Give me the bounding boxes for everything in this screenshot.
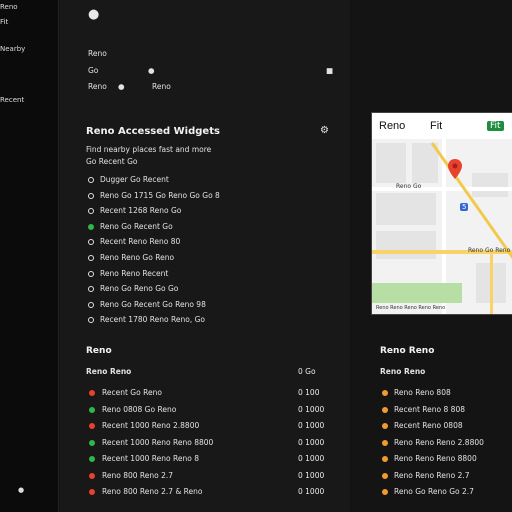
list-row-value: 0 1000 (298, 487, 325, 496)
option-label: Reno Reno Recent (100, 268, 169, 278)
list-column-header: Reno Reno (86, 367, 132, 376)
header-sub-label: Reno (88, 82, 107, 91)
option-radio[interactable] (88, 208, 94, 215)
list-row-value: 0 1000 (298, 437, 325, 447)
location-icon[interactable]: ● (148, 66, 155, 75)
option-label: Recent 1780 Reno Reno, Go (100, 315, 205, 325)
list-status-dot (89, 406, 95, 413)
list-status-dot (89, 489, 95, 495)
option-label: Reno Go 1715 Go Reno Go Go 8 (100, 190, 220, 200)
section-subtitle-2: Go Recent Go (86, 157, 138, 166)
right-list-status-dot (382, 472, 388, 479)
bookmark-icon[interactable]: ■ (326, 66, 333, 75)
app-logo-icon: ● (88, 7, 100, 22)
list-row-label[interactable]: Recent 1000 Reno Reno 8 (102, 454, 199, 463)
right-list-row-label[interactable]: Reno Reno Reno 2.7 (394, 471, 470, 480)
right-list-title: Reno Reno (380, 346, 435, 356)
right-list-status-dot (382, 390, 388, 396)
option-label: Recent 1268 Reno Go (100, 206, 182, 216)
option-label: Recent Reno Reno 80 (100, 237, 181, 247)
list-row-label[interactable]: Reno 800 Reno 2.7 (102, 471, 173, 480)
gear-icon[interactable]: ⚙ (320, 125, 329, 136)
section-title: Reno Accessed Widgets (86, 126, 220, 137)
list-row-value: 0 1000 (298, 470, 325, 480)
map-card[interactable]: Reno Fit Fit Reno Go Reno Go Reno 5 Reno… (371, 112, 512, 315)
option-radio[interactable] (88, 270, 94, 277)
right-list-row-label[interactable]: Reno Go Reno Go 2.7 (394, 487, 474, 496)
header-sub-value: Reno (152, 82, 171, 91)
list-status-dot (89, 423, 95, 429)
option-radio[interactable] (88, 286, 94, 293)
list-row-label[interactable]: Reno 800 Reno 2.7 & Reno (102, 487, 203, 496)
right-list-status-dot (382, 456, 388, 462)
map-park (372, 283, 462, 303)
section-subtitle: Find nearby places fast and more (86, 145, 212, 154)
option-label: Reno Go Reno Go Go (100, 284, 179, 294)
sidebar-item-4[interactable]: Recent (0, 96, 24, 104)
right-list-row-label[interactable]: Recent Reno 8 808 (394, 405, 465, 414)
sidebar-item-3[interactable]: Nearby (0, 45, 25, 53)
option-radio[interactable] (88, 255, 94, 261)
right-list-status-dot (382, 406, 388, 413)
map-footer: Reno Reno Reno Reno Reno (376, 305, 446, 311)
sidebar-item-1[interactable]: Reno (0, 3, 18, 11)
list-row-label[interactable]: Recent 1000 Reno 2.8800 (102, 421, 199, 430)
option-label: Dugger Go Recent (100, 175, 169, 184)
list-status-dot (89, 390, 95, 396)
list-row-value: 0 1000 (298, 404, 325, 414)
right-list-row-label[interactable]: Reno Reno Reno 8800 (394, 454, 477, 463)
sidebar-footer-icon[interactable]: ● (18, 486, 24, 494)
right-list-column-header: Reno Reno (380, 367, 426, 376)
option-radio[interactable] (88, 192, 94, 199)
option-radio[interactable] (88, 177, 94, 183)
map-label: Reno Go (396, 183, 422, 190)
option-radio[interactable] (88, 239, 94, 246)
header-title: Reno (88, 49, 107, 58)
list-row-label[interactable]: Reno 0808 Go Reno (102, 405, 176, 414)
option-label: Reno Reno Go Reno (100, 253, 175, 262)
map-label: Reno Go Reno (468, 247, 511, 254)
option-label: Reno Go Recent Go Reno 98 (100, 299, 206, 309)
list-status-dot (89, 472, 95, 479)
option-radio[interactable] (88, 301, 94, 308)
list-row-value: 0 1000 (298, 421, 325, 430)
status-icon: ● (118, 82, 125, 91)
list-status-dot (89, 439, 95, 446)
highway-shield-icon: 5 (460, 203, 469, 211)
list-row-value: 0 1000 (298, 454, 325, 463)
sidebar: Reno Fit Nearby Recent ● (0, 0, 59, 512)
right-list-status-dot (382, 489, 388, 495)
right-list-row-label[interactable]: Recent Reno 0808 (394, 421, 463, 430)
option-label: Reno Go Recent Go (100, 221, 173, 231)
list-row-label[interactable]: Recent 1000 Reno Reno 8800 (102, 438, 213, 447)
right-list-row-label[interactable]: Reno Reno 808 (394, 388, 451, 397)
header-label: Go (88, 66, 99, 75)
option-radio[interactable] (88, 223, 94, 230)
list-row-label[interactable]: Recent Go Reno (102, 388, 162, 397)
main-panel: ● Reno Go ● ■ Reno ● Reno Reno Accessed … (60, 0, 350, 512)
list-title: Reno (86, 346, 112, 356)
sidebar-item-2[interactable]: Fit (0, 18, 8, 26)
map-pin-icon[interactable] (448, 159, 462, 179)
list-status-dot (89, 456, 95, 462)
list-row-value: 0 100 (298, 388, 320, 397)
right-list-status-dot (382, 439, 388, 446)
list-column-value-header: 0 Go (298, 367, 316, 376)
right-list-row-label[interactable]: Reno Reno Reno 2.8800 (394, 438, 484, 447)
option-radio[interactable] (88, 317, 94, 324)
right-list-status-dot (382, 423, 388, 429)
